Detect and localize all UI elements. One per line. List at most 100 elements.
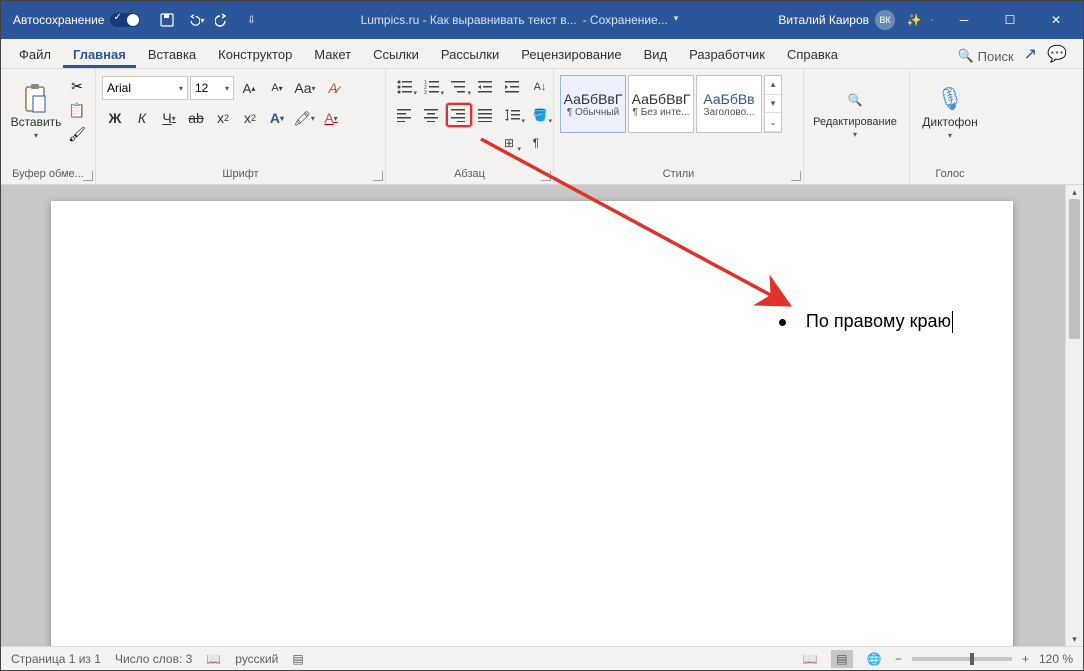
group-clipboard: Вставить ▾ ✂ 📋 🖌 Буфер обме... — [1, 69, 96, 184]
tab-help[interactable]: Справка — [777, 41, 848, 68]
shading-icon[interactable]: 🪣▾ — [527, 103, 553, 127]
editing-button[interactable]: 🔍 Редактирование ▾ — [810, 71, 900, 153]
zoom-out-icon[interactable]: − — [895, 652, 902, 666]
simplify-ribbon-icon[interactable]: ✨ — [905, 11, 923, 29]
scroll-down-icon[interactable]: ▾ — [765, 95, 781, 114]
underline-button[interactable]: Ч▾ — [156, 105, 182, 131]
clear-format-icon[interactable]: A̷ — [320, 75, 346, 101]
tab-layout[interactable]: Макет — [304, 41, 361, 68]
style-preview: АаБбВв — [703, 91, 754, 107]
decrease-indent-icon[interactable] — [473, 75, 499, 99]
title-dropdown-icon[interactable]: ▾ — [674, 13, 679, 27]
ribbon-display-icon[interactable] — [923, 11, 941, 29]
dictate-button[interactable]: 🎙 Диктофон ▾ — [916, 71, 984, 153]
style-name: ¶ Без инте... — [633, 107, 690, 118]
print-layout-icon[interactable]: ▤ — [831, 650, 853, 668]
scroll-thumb[interactable] — [1069, 199, 1080, 339]
search-box[interactable]: 🔍 Поиск — [949, 44, 1021, 68]
styles-gallery-more[interactable]: ▴ ▾ ⌄ — [764, 75, 782, 133]
tab-references[interactable]: Ссылки — [363, 41, 429, 68]
scroll-up-icon[interactable]: ▴ — [765, 76, 781, 95]
zoom-level[interactable]: 120 % — [1039, 652, 1073, 666]
microphone-icon: 🎙 — [936, 85, 964, 113]
copy-icon[interactable]: 📋 — [65, 99, 89, 121]
read-mode-icon[interactable]: 📖 — [799, 650, 821, 668]
shrink-font-icon[interactable]: A▾ — [264, 75, 290, 101]
scroll-down-icon[interactable]: ▾ — [1066, 632, 1083, 646]
italic-button[interactable]: К — [129, 105, 155, 131]
paste-button[interactable]: Вставить ▾ — [7, 71, 65, 153]
style-heading1[interactable]: АаБбВв Заголово... — [696, 75, 762, 133]
zoom-in-icon[interactable]: + — [1022, 652, 1029, 666]
paragraph-launcher[interactable] — [541, 171, 551, 181]
bold-button[interactable]: Ж — [102, 105, 128, 131]
web-layout-icon[interactable]: 🌐 — [863, 650, 885, 668]
tab-view[interactable]: Вид — [634, 41, 678, 68]
autosave-toggle[interactable]: Автосохранение ✓ — [5, 13, 148, 27]
save-icon[interactable] — [158, 11, 176, 29]
align-center-icon[interactable] — [419, 103, 445, 127]
minimize-button[interactable]: ─ — [941, 1, 987, 39]
redo-icon[interactable] — [214, 11, 232, 29]
group-font: Arial▾ 12▾ A▴ A▾ Aa▾ A̷ Ж К Ч▾ ab x2 x2 … — [96, 69, 386, 184]
style-name: ¶ Обычный — [567, 107, 619, 118]
increase-indent-icon[interactable] — [500, 75, 526, 99]
sort-icon[interactable]: A↓ — [527, 75, 553, 99]
language-indicator[interactable]: русский — [235, 652, 278, 666]
bullet-text[interactable]: По правому краю — [806, 311, 953, 333]
superscript-icon[interactable]: x2 — [237, 105, 263, 131]
borders-icon[interactable]: ⊞▾ — [496, 131, 522, 155]
numbering-icon[interactable]: 123▾ — [419, 75, 445, 99]
scroll-up-icon[interactable]: ▴ — [1066, 185, 1083, 199]
tab-review[interactable]: Рецензирование — [511, 41, 631, 68]
multilevel-list-icon[interactable]: ▾ — [446, 75, 472, 99]
group-voice: 🎙 Диктофон ▾ Голос — [910, 69, 990, 184]
grow-font-icon[interactable]: A▴ — [236, 75, 262, 101]
expand-icon[interactable]: ⌄ — [765, 113, 781, 132]
cut-icon[interactable]: ✂ — [65, 75, 89, 97]
tab-file[interactable]: Файл — [9, 41, 61, 68]
bullets-icon[interactable]: ▾ — [392, 75, 418, 99]
document-page[interactable]: По правому краю — [51, 201, 1013, 646]
maximize-button[interactable]: ☐ — [987, 1, 1033, 39]
strikethrough-icon[interactable]: ab — [183, 105, 209, 131]
font-launcher[interactable] — [373, 171, 383, 181]
macro-icon[interactable]: ▤ — [292, 652, 303, 666]
tab-home[interactable]: Главная — [63, 41, 136, 68]
line-spacing-icon[interactable]: ▾ — [500, 103, 526, 127]
style-normal[interactable]: АаБбВвГ ¶ Обычный — [560, 75, 626, 133]
show-marks-icon[interactable]: ¶ — [523, 131, 549, 155]
tab-design[interactable]: Конструктор — [208, 41, 302, 68]
change-case-icon[interactable]: Aa▾ — [292, 75, 318, 101]
styles-launcher[interactable] — [791, 171, 801, 181]
comments-icon[interactable]: 💬 — [1047, 44, 1067, 64]
undo-icon[interactable]: ▾ — [186, 11, 204, 29]
font-name-combo[interactable]: Arial▾ — [102, 76, 188, 100]
tab-mailings[interactable]: Рассылки — [431, 41, 509, 68]
clipboard-launcher[interactable] — [83, 171, 93, 181]
font-size-combo[interactable]: 12▾ — [190, 76, 234, 100]
tab-insert[interactable]: Вставка — [138, 41, 206, 68]
text-effects-icon[interactable]: A▾ — [264, 105, 290, 131]
window-controls: ─ ☐ ✕ — [941, 1, 1079, 39]
subscript-icon[interactable]: x2 — [210, 105, 236, 131]
tab-developer[interactable]: Разработчик — [679, 41, 775, 68]
spellcheck-icon[interactable]: 📖 — [206, 652, 221, 666]
user-account[interactable]: Виталий Каиров ВК — [768, 10, 905, 30]
format-painter-icon[interactable]: 🖌 — [65, 123, 89, 145]
group-paragraph: ▾ 123▾ ▾ A↓ ▾ 🪣▾ ⊞▾ ¶ — [386, 69, 554, 184]
document-area: По правому краю ▴ ▾ — [1, 185, 1083, 646]
font-color-icon[interactable]: A▾ — [318, 105, 344, 131]
close-button[interactable]: ✕ — [1033, 1, 1079, 39]
zoom-slider[interactable] — [912, 657, 1012, 661]
align-right-icon[interactable] — [446, 103, 472, 127]
word-count[interactable]: Число слов: 3 — [115, 652, 192, 666]
page-indicator[interactable]: Страница 1 из 1 — [11, 652, 101, 666]
vertical-scrollbar[interactable]: ▴ ▾ — [1065, 185, 1083, 646]
qat-customize-icon[interactable]: ⇩ — [242, 11, 260, 29]
align-left-icon[interactable] — [392, 103, 418, 127]
style-nospacing[interactable]: АаБбВвГ ¶ Без инте... — [628, 75, 694, 133]
highlight-icon[interactable]: 🖍▾ — [291, 105, 317, 131]
share-icon[interactable]: ↗ — [1024, 44, 1037, 64]
justify-icon[interactable] — [473, 103, 499, 127]
